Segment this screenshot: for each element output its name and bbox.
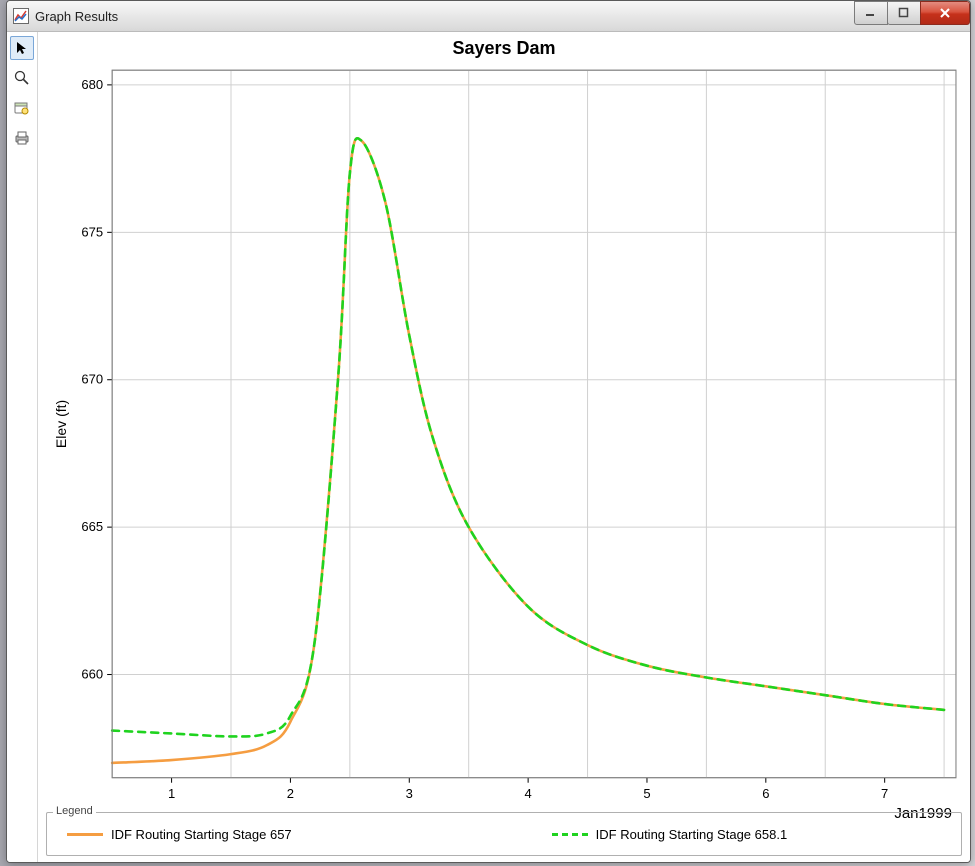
side-toolbar	[7, 32, 38, 862]
svg-text:670: 670	[81, 372, 103, 387]
legend-item-2: IDF Routing Starting Stage 658.1	[552, 827, 788, 842]
titlebar[interactable]: Graph Results	[7, 1, 970, 32]
svg-text:660: 660	[81, 667, 103, 682]
window: Graph Results	[6, 0, 971, 863]
legend: Legend IDF Routing Starting Stage 657 ID…	[46, 812, 962, 856]
chart-plot[interactable]: 6606656706756801234567Elev (ft)Jan1999	[38, 32, 970, 862]
properties-icon	[14, 100, 30, 116]
pointer-icon	[15, 41, 29, 55]
properties-tool-button[interactable]	[10, 96, 34, 120]
close-icon	[938, 7, 952, 19]
client-area: Sayers Dam 6606656706756801234567Elev (f…	[7, 32, 970, 862]
svg-text:Elev (ft): Elev (ft)	[53, 400, 69, 448]
svg-text:5: 5	[643, 786, 650, 801]
svg-text:3: 3	[406, 786, 413, 801]
legend-label: Legend	[53, 805, 96, 817]
legend-swatch-dashed	[552, 833, 588, 836]
svg-text:1: 1	[168, 786, 175, 801]
svg-text:665: 665	[81, 519, 103, 534]
legend-text-1: IDF Routing Starting Stage 657	[111, 827, 292, 842]
maximize-icon	[898, 7, 910, 19]
minimize-icon	[865, 7, 877, 19]
window-controls	[855, 1, 970, 23]
svg-text:6: 6	[762, 786, 769, 801]
maximize-button[interactable]	[887, 1, 921, 25]
legend-text-2: IDF Routing Starting Stage 658.1	[596, 827, 788, 842]
close-button[interactable]	[920, 1, 970, 25]
app-icon	[13, 8, 29, 24]
legend-item-1: IDF Routing Starting Stage 657	[67, 827, 292, 842]
zoom-tool-button[interactable]	[10, 66, 34, 90]
svg-text:4: 4	[524, 786, 531, 801]
svg-text:680: 680	[81, 77, 103, 92]
minimize-button[interactable]	[854, 1, 888, 25]
print-tool-button[interactable]	[10, 126, 34, 150]
svg-text:2: 2	[287, 786, 294, 801]
window-title: Graph Results	[35, 9, 118, 24]
chart-area[interactable]: Sayers Dam 6606656706756801234567Elev (f…	[38, 32, 970, 862]
legend-swatch-solid	[67, 833, 103, 836]
printer-icon	[14, 130, 30, 146]
svg-text:675: 675	[81, 224, 103, 239]
pointer-tool-button[interactable]	[10, 36, 34, 60]
svg-text:7: 7	[881, 786, 888, 801]
magnifier-icon	[14, 70, 30, 86]
